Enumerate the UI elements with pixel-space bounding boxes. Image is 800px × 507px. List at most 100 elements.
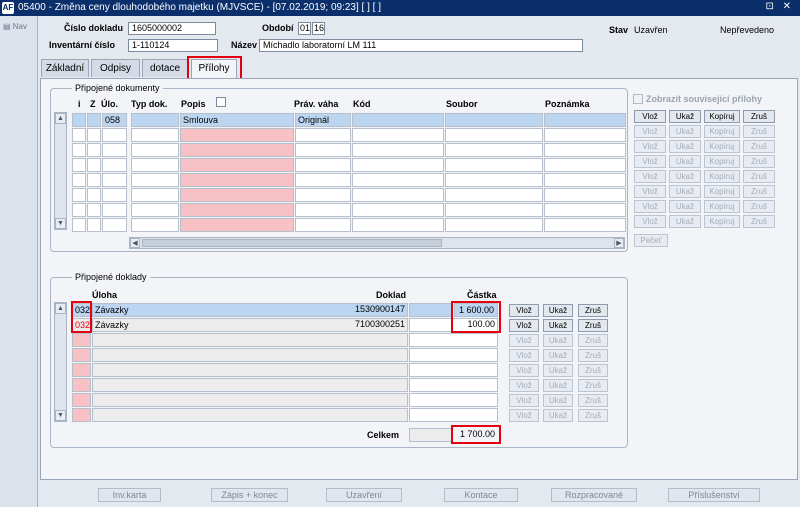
zrus-button[interactable]: Zruš <box>578 319 608 332</box>
vloz-button[interactable]: Vlož <box>509 349 539 362</box>
doc-cell[interactable] <box>102 128 127 142</box>
ukaz-button[interactable]: Ukaž <box>669 200 701 213</box>
doc-cell[interactable] <box>131 218 179 232</box>
doc-cell[interactable] <box>544 173 626 187</box>
record-cell[interactable] <box>92 378 408 392</box>
zrus-button[interactable]: Zruš <box>578 304 608 317</box>
doc-cell[interactable] <box>102 188 127 202</box>
vloz-button[interactable]: Vlož <box>634 215 666 228</box>
doc-cell[interactable] <box>131 143 179 157</box>
doc-cell[interactable] <box>544 143 626 157</box>
doc-cell[interactable] <box>131 158 179 172</box>
doc-cell[interactable] <box>445 173 543 187</box>
docs-vscrollbar[interactable] <box>54 112 67 230</box>
popis-checkbox[interactable] <box>216 97 226 107</box>
doc-cell[interactable] <box>180 188 294 202</box>
doc-cell[interactable] <box>544 188 626 202</box>
records-vscrollbar[interactable] <box>54 302 67 422</box>
zrus-button[interactable]: Zruš <box>743 125 775 138</box>
vloz-button[interactable]: Vlož <box>509 364 539 377</box>
record-cell[interactable] <box>72 348 91 362</box>
doc-cell[interactable] <box>352 158 444 172</box>
doc-cell[interactable] <box>72 218 86 232</box>
scroll-up-icon[interactable]: ▲ <box>55 113 66 124</box>
zrus-button[interactable]: Zruš <box>743 215 775 228</box>
doc-cell[interactable] <box>352 203 444 217</box>
doc-cell[interactable] <box>445 128 543 142</box>
record-cell[interactable] <box>409 408 498 422</box>
ukaz-button[interactable]: Ukaž <box>543 319 573 332</box>
doc-cell[interactable] <box>352 143 444 157</box>
doc-cell-kod[interactable] <box>352 113 444 127</box>
kopiruj-button[interactable]: Kopíruj <box>704 185 740 198</box>
doc-cell[interactable] <box>544 158 626 172</box>
ukaz-button[interactable]: Ukaž <box>543 379 573 392</box>
record-cell[interactable] <box>72 393 91 407</box>
doc-cell[interactable] <box>180 128 294 142</box>
doc-cell[interactable] <box>102 218 127 232</box>
vloz-button[interactable]: Vlož <box>634 155 666 168</box>
zrus-button[interactable]: Zruš <box>743 155 775 168</box>
ukaz-button[interactable]: Ukaž <box>669 185 701 198</box>
tab-odpisy[interactable]: Odpisy <box>91 59 140 77</box>
scroll-down-icon[interactable]: ▼ <box>55 410 66 421</box>
vloz-button[interactable]: Vlož <box>509 379 539 392</box>
doc-cell[interactable] <box>445 158 543 172</box>
scroll-left-icon[interactable]: ◀ <box>130 238 140 248</box>
ukaz-button[interactable]: Ukaž <box>669 215 701 228</box>
record-cell[interactable] <box>92 333 408 347</box>
tab-zakladni[interactable]: Základní <box>41 59 89 77</box>
doc-cell[interactable] <box>295 203 351 217</box>
record-doklad-cell[interactable]: 1530900147 <box>298 303 408 317</box>
doc-cell[interactable] <box>544 128 626 142</box>
record-doklad-cell[interactable]: 7100300251 <box>298 318 408 332</box>
doc-cell[interactable] <box>544 203 626 217</box>
doc-cell[interactable] <box>295 143 351 157</box>
record-cell[interactable] <box>72 363 91 377</box>
record-cell[interactable] <box>409 363 498 377</box>
tab-dotace[interactable]: dotace <box>142 59 188 77</box>
vloz-button[interactable]: Vlož <box>509 334 539 347</box>
record-cell[interactable] <box>409 348 498 362</box>
record-cell[interactable] <box>92 408 408 422</box>
zrus-button[interactable]: Zruš <box>743 110 775 123</box>
doc-cell-poznamka[interactable] <box>544 113 626 127</box>
ukaz-button[interactable]: Ukaž <box>543 349 573 362</box>
doc-cell[interactable] <box>72 128 86 142</box>
doc-cell[interactable] <box>445 203 543 217</box>
ukaz-button[interactable]: Ukaž <box>669 155 701 168</box>
obdobi-year-field[interactable]: 16 <box>312 22 325 35</box>
hscroll-thumb[interactable] <box>142 239 442 247</box>
doc-cell[interactable] <box>72 173 86 187</box>
vloz-button[interactable]: Vlož <box>509 319 539 332</box>
zrus-button[interactable]: Zruš <box>578 379 608 392</box>
doc-cell[interactable] <box>102 158 127 172</box>
ukaz-button[interactable]: Ukaž <box>669 125 701 138</box>
doc-cell[interactable] <box>445 218 543 232</box>
scroll-right-icon[interactable]: ▶ <box>614 238 624 248</box>
doc-cell[interactable] <box>87 173 101 187</box>
zrus-button[interactable]: Zruš <box>578 394 608 407</box>
record-cell[interactable] <box>92 393 408 407</box>
record-cell[interactable] <box>92 363 408 377</box>
doc-cell[interactable] <box>131 188 179 202</box>
vloz-button[interactable]: Vlož <box>634 185 666 198</box>
doc-cell[interactable] <box>295 158 351 172</box>
zrus-button[interactable]: Zruš <box>743 185 775 198</box>
vloz-button[interactable]: Vlož <box>509 394 539 407</box>
record-cell[interactable] <box>409 393 498 407</box>
doc-cell[interactable] <box>87 188 101 202</box>
zrus-button[interactable]: Zruš <box>743 140 775 153</box>
nav-label[interactable]: ▤ Nav <box>3 22 27 31</box>
doc-cell[interactable] <box>352 128 444 142</box>
ukaz-button[interactable]: Ukaž <box>669 110 701 123</box>
vloz-button[interactable]: Vlož <box>634 200 666 213</box>
record-cell[interactable] <box>409 378 498 392</box>
kopiruj-button[interactable]: Kopíruj <box>704 155 740 168</box>
kopiruj-button[interactable]: Kopíruj <box>704 200 740 213</box>
kopiruj-button[interactable]: Kopíruj <box>704 125 740 138</box>
inv-karta-button[interactable]: Inv.karta <box>98 488 161 502</box>
zrus-button[interactable]: Zruš <box>743 170 775 183</box>
vloz-button[interactable]: Vlož <box>634 125 666 138</box>
doc-cell[interactable] <box>295 173 351 187</box>
